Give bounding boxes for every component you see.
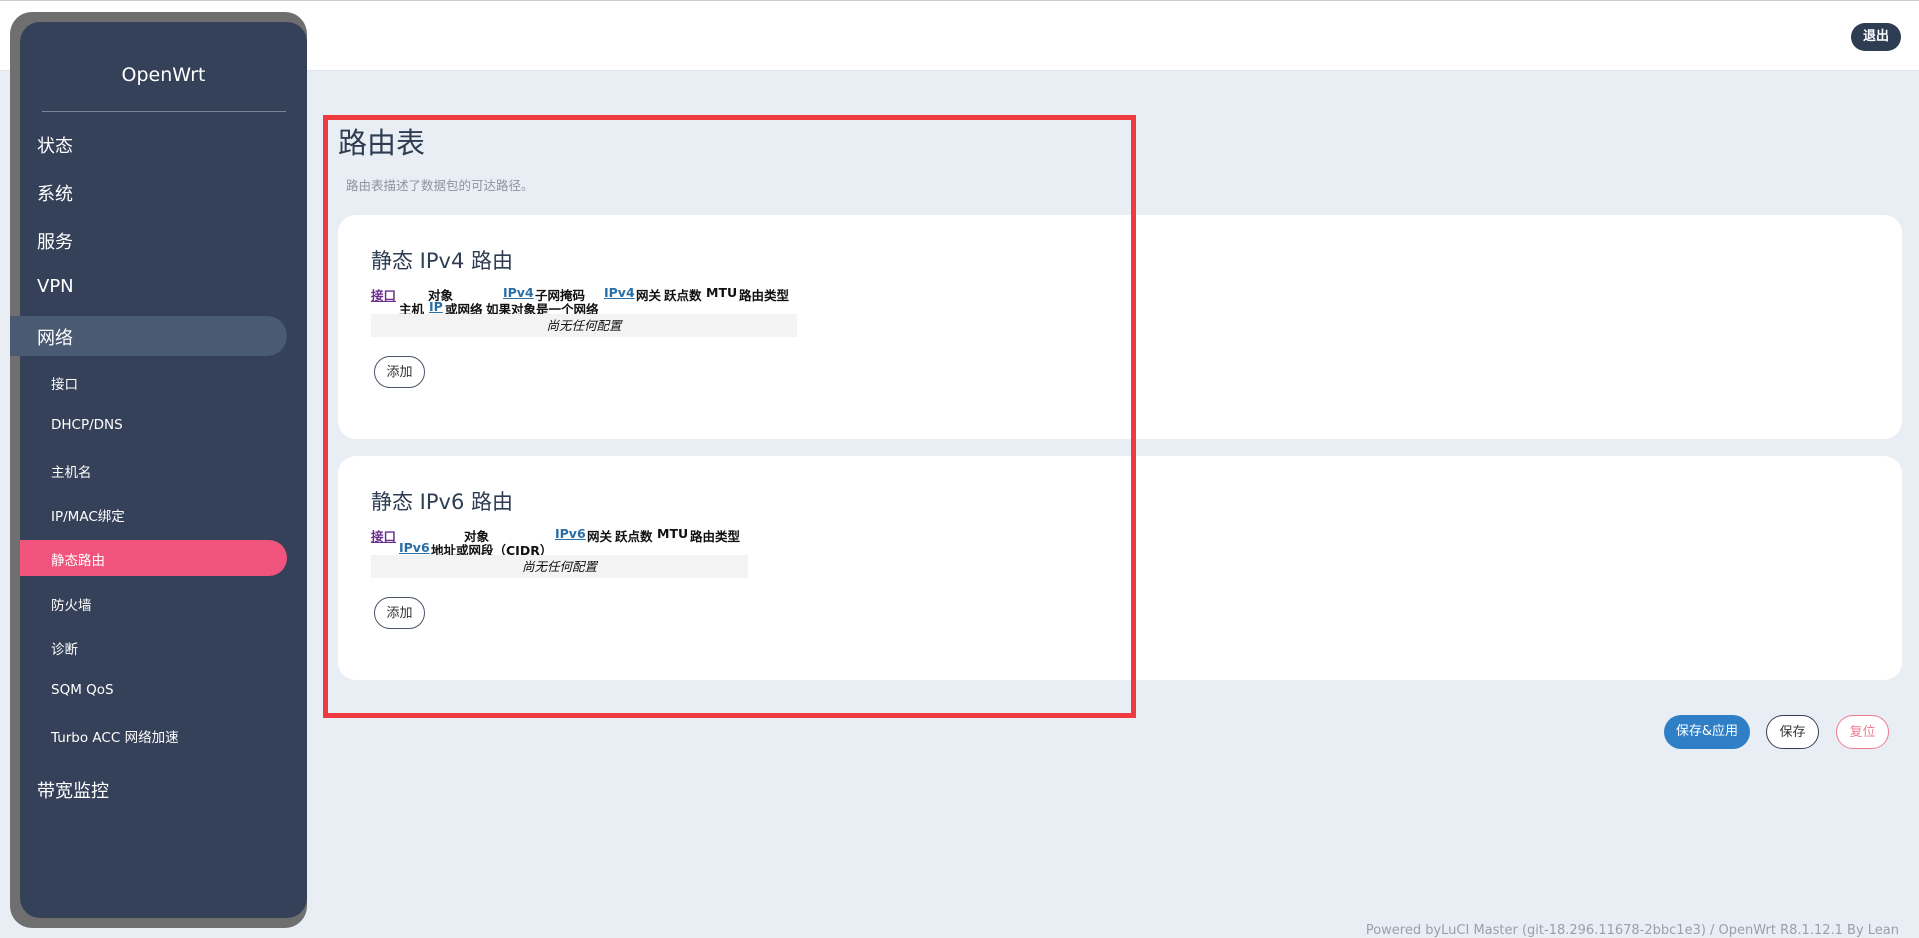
sidebar-item-bandwidth-monitor[interactable]: 带宽监控 bbox=[37, 777, 109, 803]
sidebar-item-sqm-qos[interactable]: SQM QoS bbox=[51, 682, 114, 698]
sidebar-item-interfaces[interactable]: 接口 bbox=[51, 373, 78, 393]
sidebar-item-status[interactable]: 状态 bbox=[37, 132, 73, 158]
sidebar-item-vpn[interactable]: VPN bbox=[37, 276, 74, 297]
logout-button[interactable]: 退出 bbox=[1850, 23, 1901, 51]
save-button[interactable]: 保存 bbox=[1766, 715, 1819, 749]
sidebar-item-static-routes[interactable]: 静态路由 bbox=[51, 549, 105, 569]
sidebar: OpenWrt 状态 系统 服务 VPN 网络 接口 DHCP/DNS 主机名 … bbox=[10, 22, 307, 918]
sidebar-item-dhcp-dns[interactable]: DHCP/DNS bbox=[51, 417, 123, 433]
sidebar-item-diagnostics[interactable]: 诊断 bbox=[51, 638, 78, 658]
highlight-frame bbox=[323, 115, 1136, 718]
footer-text: Powered byLuCI Master (git-18.296.11678-… bbox=[1365, 923, 1899, 938]
brand-title[interactable]: OpenWrt bbox=[20, 64, 307, 86]
reset-button[interactable]: 复位 bbox=[1836, 715, 1889, 749]
save-apply-button[interactable]: 保存&应用 bbox=[1664, 715, 1750, 749]
sidebar-item-network[interactable]: 网络 bbox=[37, 324, 73, 350]
sidebar-item-system[interactable]: 系统 bbox=[37, 180, 73, 206]
sidebar-item-firewall[interactable]: 防火墙 bbox=[51, 594, 92, 614]
sidebar-item-turbo-acc[interactable]: Turbo ACC 网络加速 bbox=[51, 726, 179, 746]
sidebar-item-services[interactable]: 服务 bbox=[37, 228, 73, 254]
brand-divider bbox=[42, 111, 286, 112]
sidebar-item-ip-mac-binding[interactable]: IP/MAC绑定 bbox=[51, 505, 125, 525]
sidebar-item-hostnames[interactable]: 主机名 bbox=[51, 461, 92, 481]
